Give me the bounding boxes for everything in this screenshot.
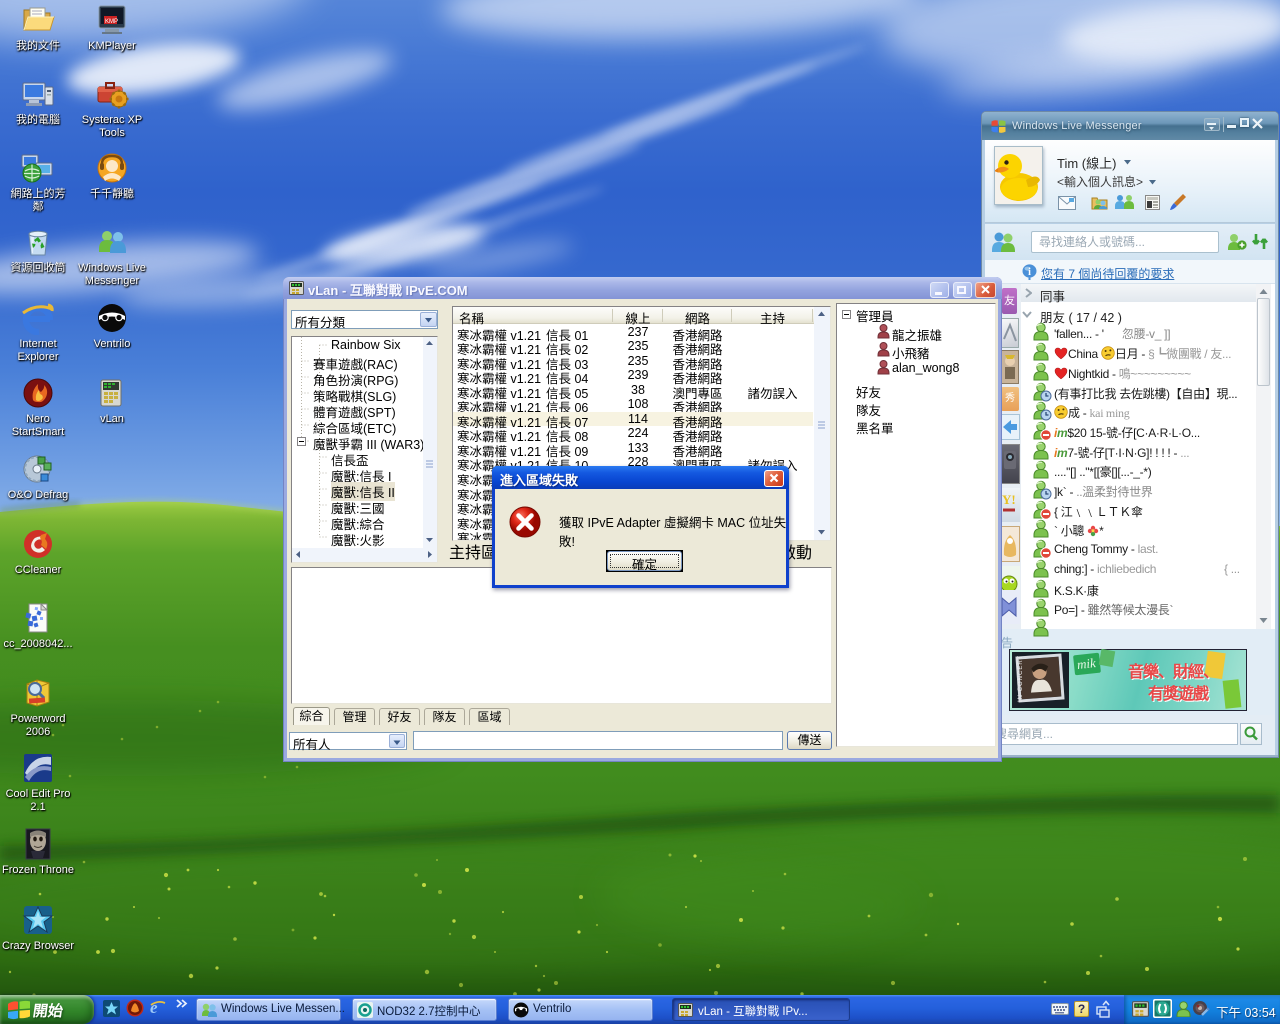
svg-text:i: i: [1028, 267, 1031, 278]
svg-text:KMP: KMP: [105, 19, 118, 25]
svg-text:e: e: [150, 998, 158, 1017]
svg-text:Y!: Y!: [1002, 492, 1016, 507]
